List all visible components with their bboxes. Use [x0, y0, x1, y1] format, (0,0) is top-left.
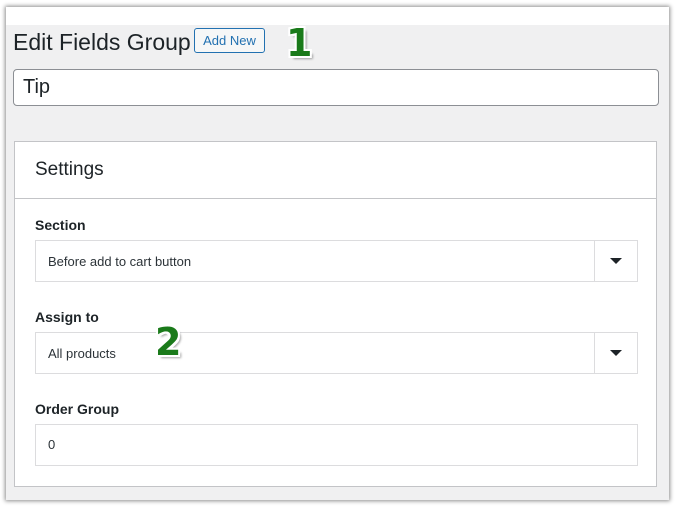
group-title-input[interactable] [13, 69, 659, 106]
caret-down-icon [610, 258, 622, 264]
settings-panel: Settings Section Before add to cart butt… [14, 141, 657, 487]
assign-to-label: Assign to [35, 309, 99, 325]
annotation-marker-1: 1 [286, 21, 313, 65]
assign-to-selected-value: All products [48, 346, 116, 361]
section-label: Section [35, 217, 86, 233]
caret-down-icon [610, 350, 622, 356]
order-group-input[interactable]: 0 [35, 424, 638, 466]
page-title: Edit Fields Group [13, 29, 191, 55]
section-selected-value: Before add to cart button [48, 254, 192, 269]
top-strip [6, 7, 669, 25]
settings-heading: Settings [15, 142, 656, 199]
section-select[interactable]: Before add to cart button [35, 240, 638, 282]
annotation-marker-2: 2 [155, 320, 182, 364]
assign-to-dropdown-toggle[interactable] [594, 333, 637, 373]
section-dropdown-toggle[interactable] [594, 241, 637, 281]
add-new-button[interactable]: Add New [194, 28, 265, 53]
order-group-label: Order Group [35, 401, 120, 417]
assign-to-select[interactable]: All products [35, 332, 638, 374]
app-window: Edit Fields Group Add New Settings Secti… [6, 7, 669, 500]
